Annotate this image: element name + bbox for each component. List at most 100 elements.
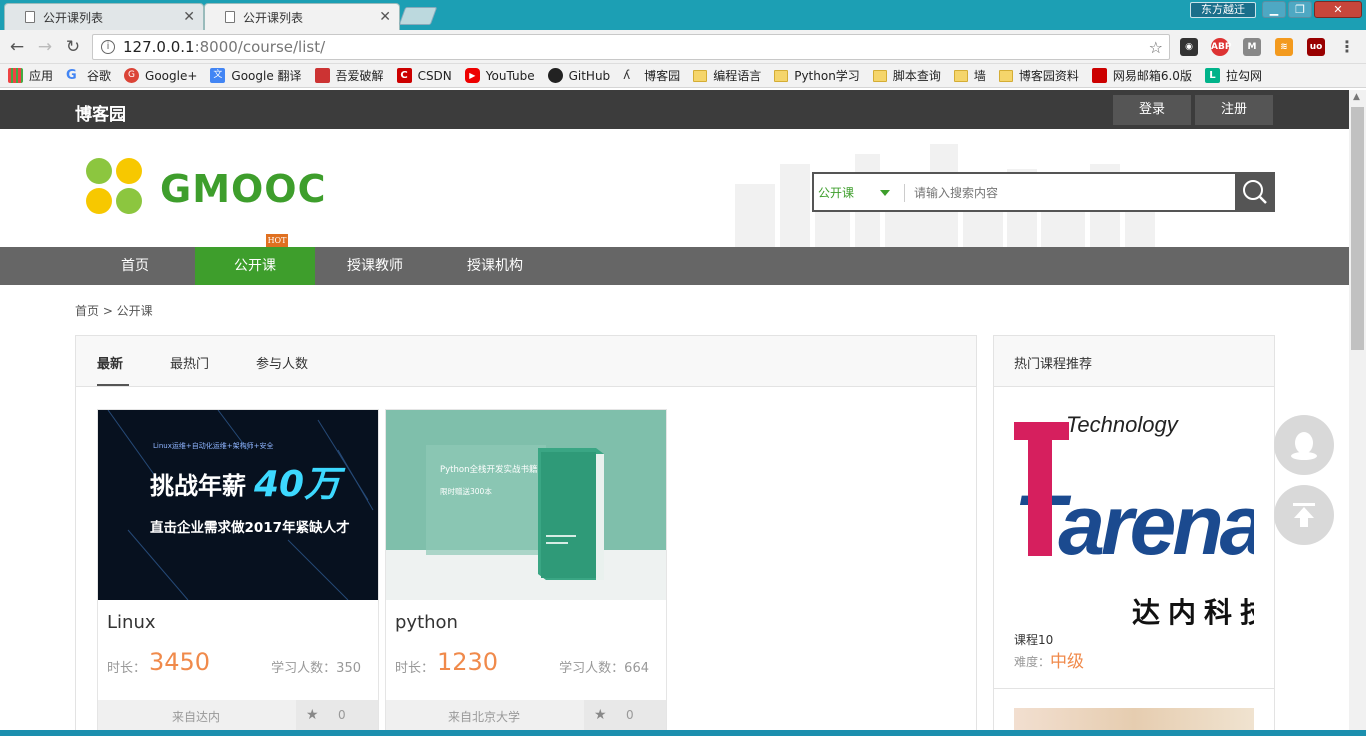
bookmark-apps[interactable]: 应用 [8,67,53,84]
star-icon: ★ [594,707,607,723]
browser-tab-strip: 公开课列表 ✕ 公开课列表 ✕ 东方越迁 ▁ ❐ ✕ [0,0,1366,30]
bookmark-lagou[interactable]: L 拉勾网 [1204,67,1262,84]
favorite-button[interactable]: ★ 0 [296,700,378,730]
close-window-button[interactable]: ✕ [1314,1,1362,18]
bookmark-folder[interactable]: 博客园资料 [998,67,1079,84]
hot-course-image[interactable]: Technology Tarena 达内科技 [1014,404,1269,629]
cnblogs-icon: ʎ [623,68,631,82]
course-org[interactable]: 来自北京大学 [386,708,582,725]
search-input[interactable] [914,182,1234,204]
bookmark-netease-mail[interactable]: 网易邮箱6.0版 [1091,67,1192,84]
search-icon [1243,180,1267,204]
student-count: 学习人数：350 [271,661,361,676]
qq-chat-button[interactable] [1274,415,1334,475]
course-banner: Python全栈开发实战书籍 限时赠送300本 [386,410,666,600]
browser-tab-title: 公开课列表 [43,10,104,25]
mail-checker-icon[interactable]: M [1243,38,1261,56]
search-category-select[interactable]: 公开课 [818,184,854,201]
hot-course-image[interactable] [1014,708,1254,730]
course-name[interactable]: Linux [107,612,156,633]
nav-home[interactable]: 首页 [75,247,195,285]
nav-courses[interactable]: 公开课 [195,247,315,285]
menu-icon[interactable]: ⋮ [1338,38,1356,56]
favorite-count: 0 [626,708,634,722]
search-separator [904,184,905,202]
bookmark-label: 博客园资料 [1018,69,1079,83]
rss-icon[interactable]: ≋ [1275,38,1293,56]
site-name[interactable]: 博客园 [75,100,126,125]
bookmark-folder[interactable]: 脚本查询 [872,67,941,84]
back-button[interactable]: ← [6,36,28,58]
favorite-button[interactable]: ★ 0 [584,700,666,730]
course-name[interactable]: python [395,612,458,633]
main-nav: 首页 公开课 授课教师 授课机构 [0,247,1349,285]
course-card[interactable]: Linux运维+自动化运维+架构师+安全 挑战年薪 40万 直击企业需求做201… [97,409,379,730]
folder-icon [953,69,968,82]
close-tab-icon[interactable]: ✕ [379,9,391,25]
bookmark-52pojie[interactable]: 吾爱破解 [314,67,384,84]
netease-mail-icon [1091,68,1107,83]
os-taskbar [0,730,1366,736]
gmooc-logo-icon[interactable] [85,157,145,217]
duration-value: 1230 [437,648,499,676]
tab-hottest[interactable]: 最热门 [170,353,209,372]
csdn-icon: C [396,68,412,83]
browser-tab-active[interactable]: 公开课列表 ✕ [204,3,400,30]
bookmark-csdn[interactable]: C CSDN [396,68,452,83]
minimize-button[interactable]: ▁ [1262,1,1286,18]
maximize-button[interactable]: ❐ [1288,1,1312,18]
close-tab-icon[interactable]: ✕ [183,9,195,25]
register-button[interactable]: 注册 [1195,95,1273,125]
star-icon: ★ [306,707,319,723]
course-image-linux[interactable]: Linux运维+自动化运维+架构师+安全 挑战年薪 40万 直击企业需求做201… [98,410,378,600]
scrollbar-thumb[interactable] [1351,107,1364,350]
breadcrumb[interactable]: 首页 > 公开课 [75,302,153,319]
extension-icon[interactable]: ◉ [1180,38,1198,56]
bookmark-label: GitHub [568,68,611,83]
course-image-python[interactable]: Python全栈开发实战书籍 限时赠送300本 [386,410,666,600]
lagou-icon: L [1204,68,1220,83]
google-icon: G [66,68,77,83]
reload-button[interactable]: ↻ [62,36,84,58]
arrow-up-icon [1293,503,1315,527]
hot-courses-panel: 热门课程推荐 Technology Tarena 达内科技 课程10 难度： 中… [993,335,1275,730]
bookmark-star-icon[interactable]: ☆ [1149,38,1163,57]
hot-course-name[interactable]: 课程10 [1014,631,1053,648]
scroll-up-icon[interactable]: ▲ [1353,92,1360,102]
site-top-bar: 博客园 登录 注册 [0,90,1349,129]
bookmark-label: 吾爱破解 [335,69,384,83]
course-footer: 来自达内 ★ 0 [98,700,378,730]
bookmark-google-translate[interactable]: 文 Google 翻译 [210,67,302,84]
info-icon[interactable]: i [101,40,115,54]
search-button[interactable] [1235,172,1275,212]
bookmark-google[interactable]: G 谷歌 [66,67,111,84]
back-to-top-button[interactable] [1274,485,1334,545]
nav-teachers[interactable]: 授课教师 [315,247,435,285]
bookmark-folder[interactable]: 墙 [953,67,986,84]
banner-top-text: Linux运维+自动化运维+架构师+安全 [153,441,273,450]
brand-name[interactable]: GMOOC [160,167,327,211]
chevron-down-icon[interactable] [880,190,890,196]
new-tab-button[interactable] [398,7,438,25]
nav-organizations[interactable]: 授课机构 [435,247,555,285]
course-org[interactable]: 来自达内 [98,708,294,725]
ublock-icon[interactable]: uo [1307,38,1325,56]
address-bar[interactable]: i 127.0.0.1:8000/course/list/ ☆ [92,34,1170,60]
adblock-icon[interactable]: ABP [1211,38,1231,56]
page-scrollbar[interactable]: ▲ [1349,90,1366,730]
bookmark-label: 编程语言 [713,69,762,83]
logo-cn-text: 达内科技 [1132,596,1254,628]
bookmark-youtube[interactable]: ▶ YouTube [464,68,535,83]
forward-button[interactable]: → [34,36,56,58]
tab-newest[interactable]: 最新 [97,353,123,372]
bookmark-google-plus[interactable]: G Google+ [124,68,197,83]
login-button[interactable]: 登录 [1113,95,1191,125]
bookmark-label: Python学习 [794,69,860,83]
tab-participants[interactable]: 参与人数 [256,353,308,372]
bookmark-github[interactable]: GitHub [547,68,611,83]
bookmark-cnblogs[interactable]: ʎ 博客园 [623,67,680,84]
course-card[interactable]: Python全栈开发实战书籍 限时赠送300本 python 时长： 1230 … [385,409,667,730]
bookmark-folder[interactable]: Python学习 [774,67,860,84]
browser-tab[interactable]: 公开课列表 ✕ [4,3,204,30]
bookmark-folder[interactable]: 编程语言 [693,67,761,84]
